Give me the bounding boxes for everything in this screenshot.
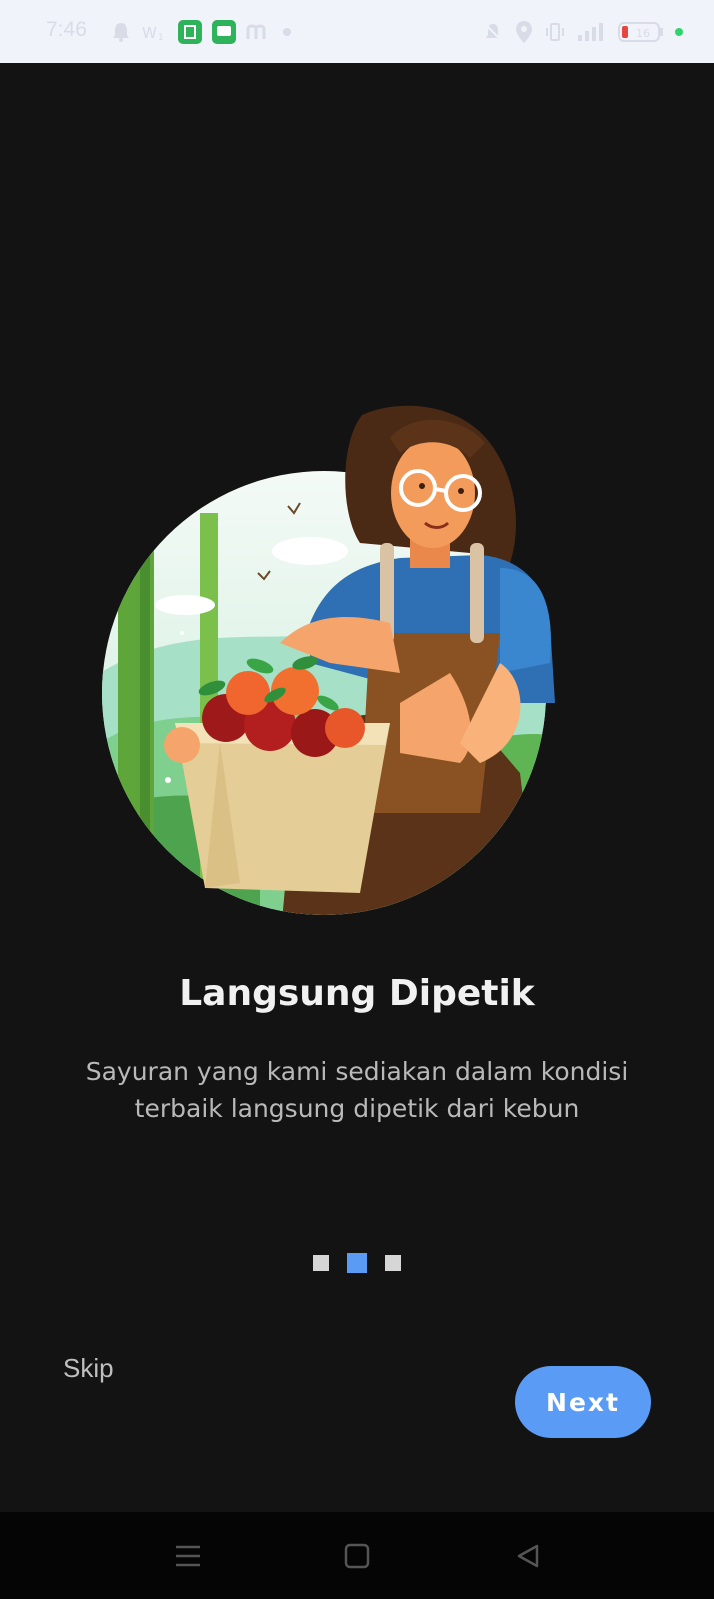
vibrate-icon: [544, 21, 566, 43]
page-dot-2-active[interactable]: [347, 1253, 367, 1273]
battery-icon: 16: [618, 21, 664, 43]
farmer-illustration: [102, 405, 555, 915]
svg-text:16: 16: [636, 27, 650, 40]
onboarding-description: Sayuran yang kami sediakan dalam kondisi…: [85, 1057, 629, 1123]
notification-bell-icon: [110, 21, 132, 43]
next-button[interactable]: Next: [515, 1366, 651, 1438]
status-time: 7:46: [46, 18, 87, 41]
page-dot-3[interactable]: [385, 1255, 401, 1271]
svg-text:W: W: [142, 24, 157, 42]
dot-icon: [282, 27, 292, 37]
active-dot-icon: [674, 27, 684, 37]
page-indicator: [0, 1253, 714, 1273]
store-app-icon: [178, 20, 202, 44]
page-dot-1[interactable]: [313, 1255, 329, 1271]
status-icons-left: W1: [110, 18, 302, 46]
m-app-icon: [246, 21, 272, 43]
wifi-calling-icon: W1: [142, 21, 168, 43]
svg-text:1: 1: [158, 33, 164, 43]
system-nav-bar: [0, 1512, 714, 1599]
onboarding-title: Langsung Dipetik: [179, 973, 535, 1014]
location-icon: [514, 20, 534, 44]
status-icons-right: 16: [482, 18, 684, 46]
onboarding-screen: Langsung Dipetik Sayuran yang kami sedia…: [0, 63, 714, 1512]
menu-icon[interactable]: [170, 1538, 206, 1574]
skip-button[interactable]: Skip: [63, 1353, 114, 1384]
status-bar: 7:46 W1 16: [0, 0, 714, 63]
home-square-icon[interactable]: [339, 1538, 375, 1574]
signal-icon: [576, 21, 608, 43]
mute-icon: [482, 21, 504, 43]
message-app-icon: [212, 20, 236, 44]
back-triangle-icon[interactable]: [510, 1538, 546, 1574]
